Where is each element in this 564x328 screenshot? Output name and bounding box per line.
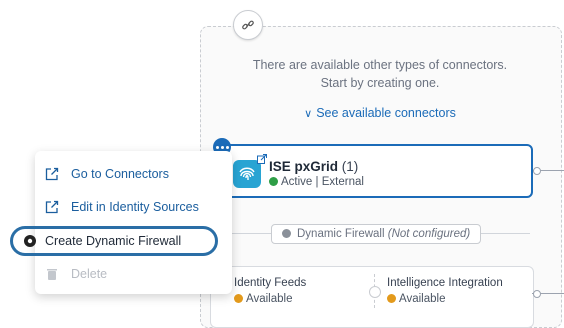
- intel-status: Available: [387, 293, 503, 305]
- message-line-2: Start by creating one.: [320, 76, 440, 90]
- trash-icon: [47, 269, 57, 280]
- ise-title: ISE pxGrid (1): [269, 159, 358, 174]
- link-icon: [242, 20, 254, 30]
- identity-feeds-label: Identity Feeds: [234, 277, 307, 289]
- dynamic-firewall-label: Dynamic Firewall: [297, 228, 385, 240]
- intelligence-integration[interactable]: Intelligence Integration Available: [387, 277, 503, 305]
- identity-status-text: Available: [246, 293, 293, 305]
- intel-status-text: Available: [399, 293, 446, 305]
- ise-name: ISE pxGrid: [269, 159, 339, 174]
- warning-icon: [387, 294, 396, 303]
- feeds-node: [369, 286, 381, 298]
- connector-node: [533, 290, 541, 298]
- ise-type: External: [321, 176, 364, 188]
- link-button[interactable]: [233, 10, 263, 40]
- see-connectors-label: See available connectors: [316, 106, 456, 120]
- external-link-icon: [45, 200, 59, 214]
- ise-pxgrid-card[interactable]: ISE pxGrid (1) Active | External: [219, 144, 533, 198]
- intel-label: Intelligence Integration: [387, 277, 503, 289]
- menu-item-delete: Delete: [35, 261, 232, 287]
- check-circle-icon: [269, 177, 278, 186]
- menu-item-go-to-connectors[interactable]: Go to Connectors: [35, 161, 232, 187]
- menu-item-label: Go to Connectors: [71, 167, 169, 181]
- chevron-down-icon: ∨: [304, 108, 313, 120]
- record-icon: [282, 229, 291, 238]
- context-menu: Go to Connectors Edit in Identity Source…: [10, 151, 232, 294]
- fingerprint-icon: [233, 160, 261, 188]
- menu-item-edit-in-identity-sources[interactable]: Edit in Identity Sources: [35, 194, 232, 220]
- menu-item-label: Edit in Identity Sources: [71, 200, 199, 214]
- record-icon: [24, 235, 36, 247]
- dot: [220, 145, 224, 149]
- ise-status-text: Active: [281, 176, 313, 188]
- warning-icon: [234, 294, 243, 303]
- menu-item-create-dynamic-firewall[interactable]: Create Dynamic Firewall: [10, 226, 218, 256]
- identity-feeds[interactable]: Identity Feeds Available: [234, 277, 306, 305]
- dynamic-firewall-pill[interactable]: Dynamic Firewall (Not configured): [271, 224, 482, 244]
- ise-separator: |: [315, 176, 319, 188]
- external-link-icon: [45, 167, 59, 181]
- empty-message: There are available other types of conne…: [200, 56, 560, 92]
- ise-count: (1): [341, 159, 359, 174]
- ise-status: Active | External: [269, 176, 364, 188]
- menu-item-label: Create Dynamic Firewall: [45, 234, 182, 248]
- dot: [225, 145, 229, 149]
- menu-item-label: Delete: [71, 267, 108, 281]
- connector-node: [533, 167, 541, 175]
- canvas: There are available other types of conne…: [0, 0, 564, 328]
- dynamic-firewall-status: (Not configured): [387, 228, 471, 240]
- identity-feeds-status: Available: [234, 293, 306, 305]
- message-line-1: There are available other types of conne…: [252, 58, 508, 72]
- see-available-connectors-link[interactable]: ∨ See available connectors: [200, 106, 560, 120]
- external-badge-icon: [257, 154, 267, 164]
- dot: [215, 145, 219, 149]
